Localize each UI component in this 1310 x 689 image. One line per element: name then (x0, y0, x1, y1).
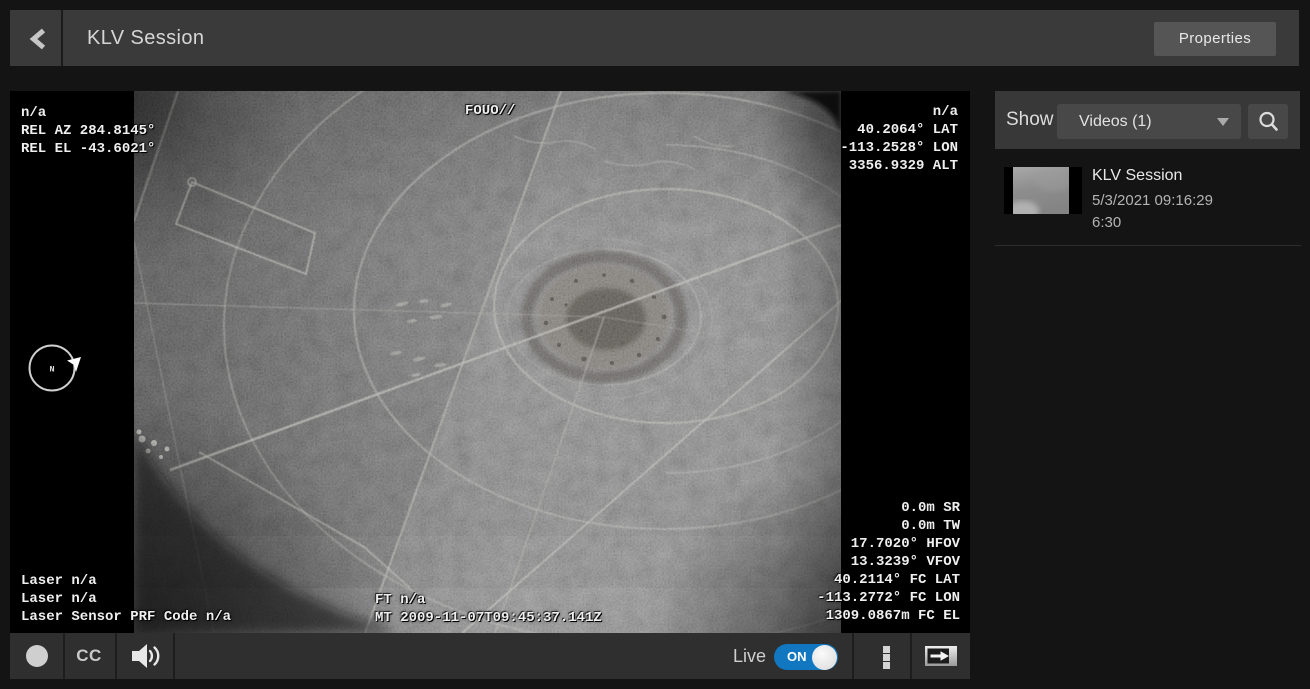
svg-text:N: N (49, 365, 54, 375)
